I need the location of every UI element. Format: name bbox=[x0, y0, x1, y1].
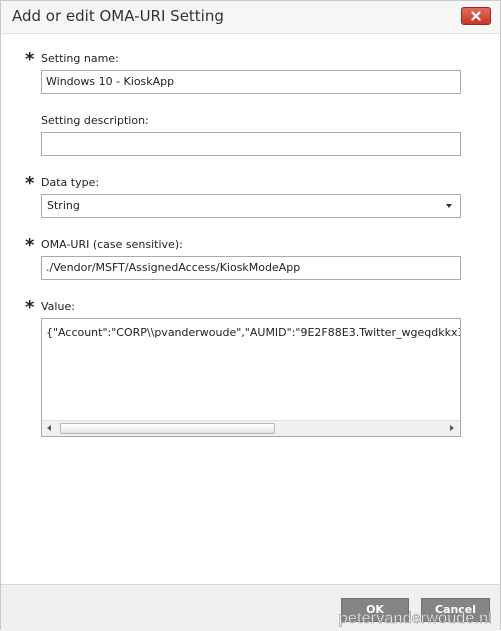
setting-description-input[interactable] bbox=[41, 132, 461, 156]
oma-uri-label: OMA-URI (case sensitive): bbox=[41, 238, 183, 251]
horizontal-scrollbar[interactable] bbox=[42, 420, 460, 436]
setting-name-input[interactable]: Windows 10 - KioskApp bbox=[41, 70, 461, 94]
close-button[interactable] bbox=[461, 7, 491, 25]
required-marker: * bbox=[25, 173, 35, 194]
data-type-select[interactable]: String bbox=[41, 194, 461, 218]
required-marker: * bbox=[25, 49, 35, 70]
value-label: Value: bbox=[41, 300, 75, 313]
data-type-selected-value: String bbox=[47, 199, 80, 212]
value-text: {"Account":"CORP\\pvanderwoude","AUMID":… bbox=[46, 326, 461, 339]
setting-description-label: Setting description: bbox=[41, 114, 149, 127]
watermark-text: petervanderwoude.nl bbox=[338, 610, 492, 628]
required-marker: * bbox=[25, 297, 35, 318]
dialog-title: Add or edit OMA-URI Setting bbox=[12, 7, 224, 25]
data-type-label: Data type: bbox=[41, 176, 100, 189]
oma-uri-dialog: Add or edit OMA-URI Setting * Setting na… bbox=[0, 0, 501, 631]
chevron-down-icon bbox=[446, 204, 452, 208]
scroll-right-icon[interactable] bbox=[444, 421, 460, 436]
oma-uri-input[interactable]: ./Vendor/MSFT/AssignedAccess/KioskModeAp… bbox=[41, 256, 461, 280]
required-marker: * bbox=[25, 235, 35, 256]
close-x-icon bbox=[471, 11, 481, 21]
scrollbar-thumb[interactable] bbox=[60, 423, 275, 434]
scroll-left-icon[interactable] bbox=[42, 421, 58, 436]
dialog-titlebar: Add or edit OMA-URI Setting bbox=[1, 1, 500, 34]
value-textarea[interactable]: {"Account":"CORP\\pvanderwoude","AUMID":… bbox=[41, 318, 461, 437]
setting-name-label: Setting name: bbox=[41, 52, 119, 65]
